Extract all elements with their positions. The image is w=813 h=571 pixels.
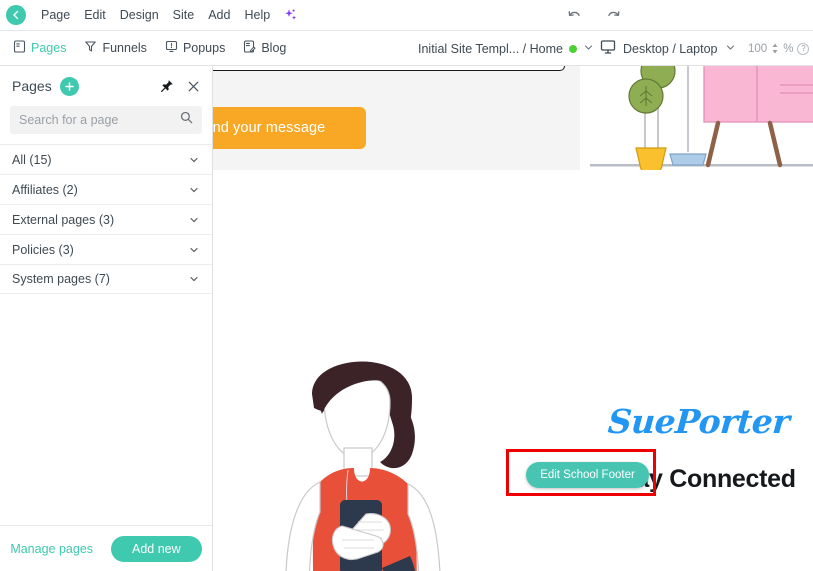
device-selector-label: Desktop / Laptop (623, 41, 718, 56)
blog-icon (243, 40, 257, 56)
add-new-button[interactable]: Add new (111, 535, 202, 562)
chevron-down-icon[interactable] (188, 273, 200, 285)
search-icon[interactable] (180, 111, 193, 129)
pages-search-wrap (0, 106, 212, 144)
pages-panel-header: Pages (0, 66, 212, 106)
add-page-button[interactable] (59, 76, 79, 96)
zoom-unit: % (783, 42, 794, 55)
page-group-label: External pages (3) (12, 212, 115, 227)
redo-icon[interactable] (605, 7, 622, 24)
chevron-down-icon (725, 42, 736, 56)
page-group-external-pages[interactable]: External pages (3) (0, 204, 212, 234)
chevron-down-icon (583, 42, 594, 56)
menu-item-site[interactable]: Site (166, 0, 202, 31)
message-textarea[interactable] (180, 66, 565, 71)
back-button[interactable] (6, 5, 26, 25)
help-icon[interactable]: ? (797, 42, 810, 55)
tab-funnels[interactable]: Funnels (75, 40, 155, 56)
undo-icon[interactable] (566, 7, 583, 24)
popup-icon (165, 40, 178, 56)
chevron-down-icon[interactable] (188, 214, 200, 226)
close-icon[interactable] (187, 80, 200, 93)
menu-item-edit[interactable]: Edit (77, 0, 113, 31)
menu-item-design[interactable]: Design (113, 0, 166, 31)
page-group-label: Policies (3) (12, 242, 74, 257)
woman-with-phone-illustration (262, 336, 462, 571)
chevron-down-icon[interactable] (188, 154, 200, 166)
tab-pages[interactable]: Pages (4, 40, 75, 56)
page-group-label: All (15) (12, 152, 52, 167)
tab-funnels-label: Funnels (102, 41, 147, 55)
zoom-control: 100 % ? (748, 31, 810, 66)
pin-icon[interactable] (160, 79, 174, 93)
chevron-down-icon[interactable] (188, 184, 200, 196)
edit-school-footer-button[interactable]: Edit School Footer (526, 462, 649, 488)
manage-pages-link[interactable]: Manage pages (10, 542, 93, 556)
app-window: Page Edit Design Site Add Help Pages Fun… (0, 0, 813, 571)
pages-search-box[interactable] (10, 106, 202, 134)
chevron-down-icon[interactable] (188, 244, 200, 256)
pages-panel-footer: Manage pages Add new (0, 525, 212, 571)
menu-item-add[interactable]: Add (201, 0, 237, 31)
pages-panel-title: Pages (12, 78, 52, 94)
page-group-label: System pages (7) (12, 272, 110, 286)
page-group-all[interactable]: All (15) (0, 144, 212, 174)
site-selector-label: Initial Site Templ... / Home (418, 41, 563, 56)
menu-item-help[interactable]: Help (237, 0, 277, 31)
menu-item-page[interactable]: Page (34, 0, 77, 31)
pages-icon (13, 40, 26, 56)
device-selector[interactable]: Desktop / Laptop (600, 31, 736, 66)
zoom-value[interactable]: 100 (748, 43, 767, 55)
tab-popups-label: Popups (182, 41, 226, 55)
page-group-system-pages[interactable]: System pages (7) (0, 264, 212, 294)
sub-toolbar: Pages Funnels Popups Blog Initial Site T… (0, 31, 813, 66)
monitor-icon (600, 39, 616, 58)
tab-popups[interactable]: Popups (156, 40, 234, 56)
chevron-left-icon (10, 9, 22, 21)
menu-bar: Page Edit Design Site Add Help (0, 0, 813, 31)
site-status-dot (568, 44, 577, 53)
search-input[interactable] (19, 113, 180, 127)
tab-pages-label: Pages (31, 41, 67, 55)
page-group-affiliates[interactable]: Affiliates (2) (0, 174, 212, 204)
tab-blog[interactable]: Blog (234, 40, 295, 56)
tab-blog-label: Blog (261, 41, 287, 55)
page-group-policies[interactable]: Policies (3) (0, 234, 212, 264)
pages-panel: Pages All (15) (0, 66, 213, 571)
funnel-icon (84, 40, 97, 56)
page-group-label: Affiliates (2) (12, 182, 78, 197)
chair-plant-illustration (590, 66, 813, 176)
site-selector[interactable]: Initial Site Templ... / Home (418, 31, 594, 66)
zoom-stepper[interactable] (771, 42, 779, 55)
panel-header-actions (160, 79, 200, 93)
sparkle-icon[interactable] (283, 8, 298, 23)
undo-redo-group (566, 0, 622, 31)
page-groups-list: All (15) Affiliates (2) External pages (… (0, 144, 212, 525)
brand-logo: SuePorter (606, 402, 791, 441)
